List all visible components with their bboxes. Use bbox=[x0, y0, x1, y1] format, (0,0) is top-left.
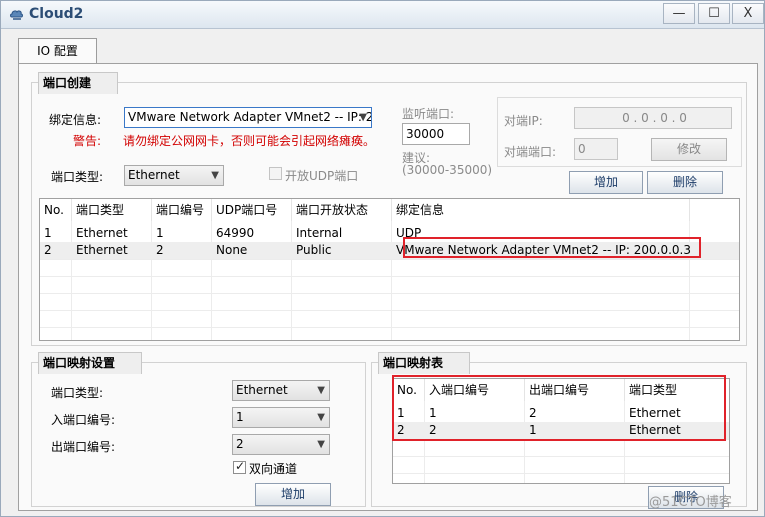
port-table-row-divider bbox=[40, 276, 739, 277]
table-cell: Internal bbox=[296, 226, 343, 240]
port-table-header-type[interactable]: 端口类型 bbox=[72, 199, 152, 221]
chevron-down-icon: ▼ bbox=[317, 439, 325, 450]
port-table-header-binding[interactable]: 绑定信息 bbox=[392, 199, 690, 221]
port-type-value: Ethernet bbox=[128, 168, 180, 182]
peer-port-input[interactable]: 0 bbox=[574, 138, 618, 160]
port-create-group: 端口创建 绑定信息: VMware Network Adapter VMnet2… bbox=[31, 72, 747, 346]
listen-port-value: 30000 bbox=[406, 127, 445, 141]
port-type-label: 端口类型: bbox=[51, 170, 104, 184]
delete-port-button[interactable]: 删除 bbox=[647, 171, 723, 194]
table-cell: 2 bbox=[156, 243, 164, 257]
tab-content: 端口创建 绑定信息: VMware Network Adapter VMnet2… bbox=[18, 63, 758, 511]
table-cell: 2 bbox=[44, 243, 52, 257]
open-udp-label: 开放UDP端口 bbox=[285, 169, 359, 183]
mapping-port-type-select[interactable]: Ethernet ▼ bbox=[232, 380, 330, 401]
warning-label: 警告: bbox=[73, 134, 102, 148]
watermark: @51CTO博客 bbox=[649, 495, 732, 510]
port-table-row-divider bbox=[40, 259, 739, 260]
cloud-app-icon bbox=[10, 10, 23, 20]
port-create-title: 端口创建 bbox=[38, 72, 119, 94]
maximize-button[interactable]: ☐ bbox=[698, 3, 730, 24]
bidirectional-label: 双向通道 bbox=[249, 462, 298, 476]
port-table-row-divider bbox=[40, 327, 739, 328]
mapping-port-type-value: Ethernet bbox=[236, 383, 288, 397]
checkmark-icon: ✓ bbox=[235, 459, 246, 473]
mapping-table-row-divider bbox=[393, 456, 729, 457]
listen-port-label: 监听端口: bbox=[402, 107, 455, 121]
chevron-down-icon: ▼ bbox=[317, 412, 325, 423]
chevron-down-icon: ▼ bbox=[359, 112, 367, 123]
listen-port-input[interactable]: 30000 bbox=[402, 123, 470, 145]
warning-text: 请勿绑定公网网卡，否则可能会引起网络瘫痪。 bbox=[123, 134, 376, 148]
tab-io-config[interactable]: IO 配置 bbox=[18, 38, 97, 64]
add-mapping-button-label: 增加 bbox=[280, 487, 305, 501]
add-port-button[interactable]: 增加 bbox=[569, 171, 643, 194]
table-cell: 1 bbox=[44, 226, 52, 240]
add-port-button-label: 增加 bbox=[593, 175, 618, 189]
in-port-value: 1 bbox=[236, 410, 244, 424]
out-port-label: 出端口编号: bbox=[51, 440, 116, 454]
table-cell: 1 bbox=[156, 226, 164, 240]
peer-ip-input[interactable]: 0 . 0 . 0 . 0 bbox=[574, 107, 732, 129]
port-mapping-settings-group: 端口映射设置 端口类型: Ethernet ▼ 入端口编号: 1 ▼ 出端口编号… bbox=[31, 352, 366, 507]
port-table: No. 端口类型 端口编号 UDP端口号 端口开放状态 绑定信息 1 Ether… bbox=[39, 198, 740, 341]
out-port-value: 2 bbox=[236, 437, 244, 451]
peer-ip-value: 0 . 0 . 0 . 0 bbox=[622, 111, 687, 125]
bind-info-value: VMware Network Adapter VMnet2 -- IP: 200… bbox=[128, 110, 371, 124]
maximize-icon: ☐ bbox=[708, 6, 720, 21]
table-cell: Public bbox=[296, 243, 332, 257]
mapping-port-type-label: 端口类型: bbox=[51, 386, 104, 400]
port-table-header-status[interactable]: 端口开放状态 bbox=[292, 199, 392, 221]
port-table-header-udp[interactable]: UDP端口号 bbox=[212, 199, 292, 221]
table-cell: 64990 bbox=[216, 226, 255, 240]
close-button[interactable]: X bbox=[732, 3, 764, 24]
modify-button[interactable]: 修改 bbox=[651, 138, 727, 161]
port-table-header-no[interactable]: No. bbox=[40, 199, 72, 221]
highlight-box-mapping-table bbox=[392, 375, 726, 441]
suggest-range: (30000-35000) bbox=[402, 163, 493, 177]
peer-port-label: 对端端口: bbox=[504, 145, 557, 159]
peer-ip-label: 对端IP: bbox=[504, 114, 543, 128]
out-port-select[interactable]: 2 ▼ bbox=[232, 434, 330, 455]
table-cell: None bbox=[216, 243, 248, 257]
chevron-down-icon: ▼ bbox=[211, 170, 219, 181]
port-type-select[interactable]: Ethernet ▼ bbox=[124, 165, 224, 186]
chevron-down-icon: ▼ bbox=[317, 385, 325, 396]
in-port-label: 入端口编号: bbox=[51, 413, 116, 427]
close-icon: X bbox=[743, 6, 753, 21]
peer-config-box: 对端IP: 0 . 0 . 0 . 0 对端端口: 0 修改 bbox=[497, 97, 742, 167]
table-cell: Ethernet bbox=[76, 243, 128, 257]
highlight-box-binding bbox=[403, 237, 701, 258]
cloud2-window: Cloud2 — ☐ X IO 配置 端口创建 绑定信息: VMware Net… bbox=[0, 0, 765, 517]
table-cell: Ethernet bbox=[76, 226, 128, 240]
add-mapping-button[interactable]: 增加 bbox=[255, 483, 331, 506]
delete-port-button-label: 删除 bbox=[672, 175, 697, 189]
port-mapping-table-title: 端口映射表 bbox=[378, 352, 471, 374]
minimize-icon: — bbox=[672, 6, 686, 21]
open-udp-checkbox[interactable] bbox=[269, 167, 282, 180]
port-table-header-number[interactable]: 端口编号 bbox=[152, 199, 212, 221]
modify-button-label: 修改 bbox=[676, 142, 701, 156]
bind-info-label: 绑定信息: bbox=[49, 113, 102, 127]
peer-port-value: 0 bbox=[578, 142, 586, 156]
bidirectional-checkbox[interactable]: ✓ bbox=[233, 459, 246, 474]
window-title: Cloud2 bbox=[29, 6, 84, 22]
title-bar[interactable]: Cloud2 — ☐ X bbox=[1, 1, 764, 29]
tab-io-config-label: IO 配置 bbox=[37, 44, 78, 58]
minimize-button[interactable]: — bbox=[663, 3, 695, 24]
port-mapping-settings-title: 端口映射设置 bbox=[38, 352, 143, 374]
port-table-row-divider bbox=[40, 293, 739, 294]
in-port-select[interactable]: 1 ▼ bbox=[232, 407, 330, 428]
mapping-table-row-divider bbox=[393, 473, 729, 474]
port-table-row-divider bbox=[40, 310, 739, 311]
bind-info-select[interactable]: VMware Network Adapter VMnet2 -- IP: 200… bbox=[124, 107, 372, 128]
